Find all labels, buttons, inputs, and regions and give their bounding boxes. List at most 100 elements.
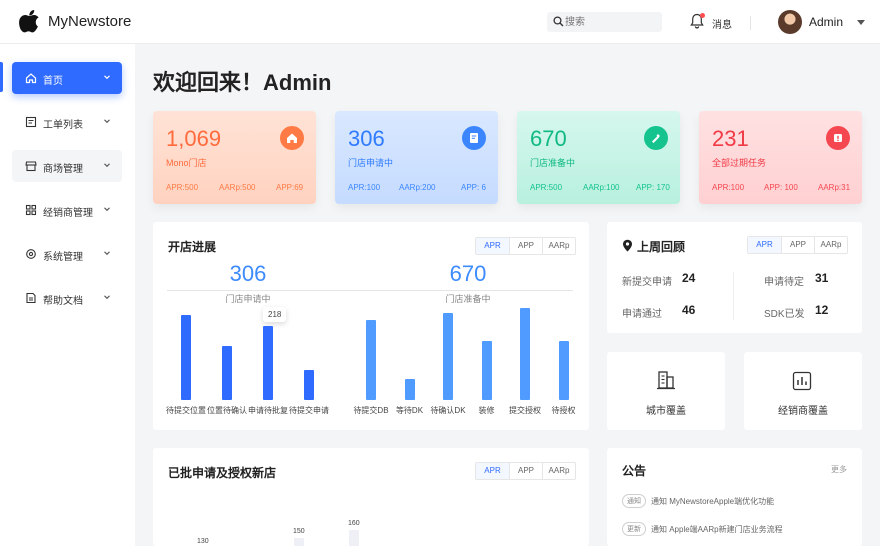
sidebar-item-help[interactable]: 帮助文档 (12, 282, 122, 314)
sidebar-item-home[interactable]: 首页 (12, 62, 122, 94)
stat-app: APP: 100 (764, 183, 798, 192)
kpi-value: 670 (449, 261, 487, 286)
approved-panel: 已批申请及授权新店 APR APP AARp 130 150 160 (153, 448, 589, 546)
tab-aarp[interactable]: AARp (542, 463, 575, 479)
tab-app[interactable]: APP (509, 463, 542, 479)
stat-aarp: AARp:31 (818, 183, 851, 192)
sidebar-item-label: 系统管理 (43, 252, 83, 263)
stat-label: 全部过期任务 (712, 158, 767, 168)
chart-bar[interactable] (366, 320, 376, 400)
more-link[interactable]: 更多 (831, 464, 847, 475)
city-icon (657, 371, 675, 390)
apple-logo-icon (19, 10, 39, 33)
notice-text[interactable]: 通知 Apple端AARp新建门店业务流程 (651, 524, 783, 535)
avatar[interactable] (778, 10, 802, 34)
stat-value: 306 (348, 126, 385, 151)
kpi-label: 门店准备中 (445, 294, 491, 304)
search-box[interactable] (547, 12, 662, 32)
review-label: 新提交申请 (622, 277, 672, 288)
sidebar-item-tickets[interactable]: 工单列表 (12, 106, 122, 138)
sidebar-item-label: 商场管理 (43, 164, 83, 175)
chart-bar[interactable] (222, 346, 232, 400)
alert-icon (826, 126, 850, 150)
tab-apr[interactable]: APR (476, 238, 509, 254)
approved-tabs: APR APP AARp (475, 462, 576, 480)
stat-apr: APR:100 (348, 183, 381, 192)
home-icon (25, 73, 37, 84)
sidebar-item-dealers[interactable]: 经销商管理 (12, 194, 122, 226)
panel-title: 已批申请及授权新店 (168, 466, 277, 480)
sidebar-item-label: 帮助文档 (43, 296, 83, 307)
page-title: 欢迎回来！Admin (153, 70, 332, 95)
review-panel: 上周回顾 APR APP AARp 新提交申请 24 申请待定 31 申请通过 … (607, 222, 862, 333)
tab-apr[interactable]: APR (748, 237, 781, 253)
stat-card-mono[interactable]: 1,069 Mono门店 APR:500 AARp:500 APP:69 (153, 111, 316, 204)
stat-value: 1,069 (166, 126, 222, 151)
sidebar-item-mall[interactable]: 商场管理 (12, 150, 122, 182)
progress-tabs: APR APP AARp (475, 237, 576, 255)
header-divider (750, 16, 751, 30)
stat-apr: APR:500 (166, 183, 199, 192)
chart-tick-label: 待授权 (551, 406, 576, 415)
review-label: 申请待定 (764, 277, 804, 288)
chart-bar[interactable] (294, 538, 304, 546)
tab-app[interactable]: APP (781, 237, 814, 253)
stat-value: 670 (530, 126, 567, 151)
stat-app: APP: 6 (461, 183, 486, 192)
chevron-down-icon (104, 295, 110, 300)
panel-title: 开店进展 (168, 240, 217, 254)
stat-card-applying[interactable]: 306 门店申请中 APR:100 AARp:200 APP: 6 (335, 111, 498, 204)
notice-tag: 通知 (622, 494, 646, 508)
review-value: 31 (815, 271, 829, 285)
user-name[interactable]: Admin (809, 15, 843, 29)
chart-data-label: 160 (348, 520, 360, 527)
tab-app[interactable]: APP (509, 238, 542, 254)
progress-panel: 开店进展 APR APP AARp 306 门店申请中 670 门店准备中 21… (153, 222, 589, 430)
review-label: 申请通过 (622, 309, 662, 320)
kpi-value: 306 (229, 261, 267, 286)
tab-aarp[interactable]: AARp (814, 237, 847, 253)
chart-bar[interactable] (443, 313, 453, 400)
stat-app: APP:69 (276, 183, 304, 192)
stat-aarp: AARp:200 (399, 183, 436, 192)
active-indicator (0, 62, 3, 92)
chevron-down-icon (104, 251, 110, 256)
stat-card-expired[interactable]: 231 全部过期任务 APR:100 APP: 100 AARp:31 (699, 111, 862, 204)
chart-bar[interactable] (263, 326, 273, 400)
chevron-down-icon (104, 207, 110, 212)
stat-label: 门店申请中 (348, 158, 394, 168)
review-divider (733, 272, 734, 320)
coverage-label: 城市覆盖 (646, 406, 686, 417)
stat-aarp: AARp:500 (219, 183, 256, 192)
chart-tick-label: 待提交申请 (289, 406, 329, 415)
chart-bar[interactable] (304, 370, 314, 400)
sidebar: 首页 工单列表 商场管理 经销商管理 系统管理 帮助文档 (0, 44, 135, 546)
sidebar-item-label: 首页 (43, 76, 63, 87)
chart-bar[interactable] (558, 341, 569, 400)
review-value: 24 (682, 271, 696, 285)
notification-dot (700, 13, 705, 18)
home-icon (280, 126, 304, 150)
kpi-line (357, 290, 573, 291)
chart-bar[interactable] (481, 341, 492, 400)
tab-aarp[interactable]: AARp (542, 238, 575, 254)
chart-box-icon (792, 371, 812, 391)
user-menu-chevron-icon[interactable] (857, 20, 865, 25)
dealer-coverage-card[interactable]: 经销商覆盖 (744, 352, 862, 430)
search-icon (553, 16, 564, 27)
chart-bar[interactable] (181, 315, 191, 400)
tab-apr[interactable]: APR (476, 463, 509, 479)
settings-icon (26, 249, 36, 259)
chart-bar[interactable] (520, 308, 530, 400)
city-coverage-card[interactable]: 城市覆盖 (607, 352, 725, 430)
message-label[interactable]: 消息 (712, 16, 732, 31)
chart-tick-label: 申请待批复 (248, 406, 288, 415)
stat-card-preparing[interactable]: 670 门店准备中 APR:500 AARp:100 APP: 170 (517, 111, 680, 204)
chart-bar[interactable] (404, 379, 415, 400)
chart-bar[interactable] (349, 530, 359, 546)
stat-aarp: AARp:100 (583, 183, 620, 192)
notice-text[interactable]: 通知 MyNewstoreApple端优化功能 (651, 496, 774, 507)
review-value: 46 (682, 303, 696, 317)
search-input[interactable] (565, 12, 657, 32)
sidebar-item-system[interactable]: 系统管理 (12, 238, 122, 270)
